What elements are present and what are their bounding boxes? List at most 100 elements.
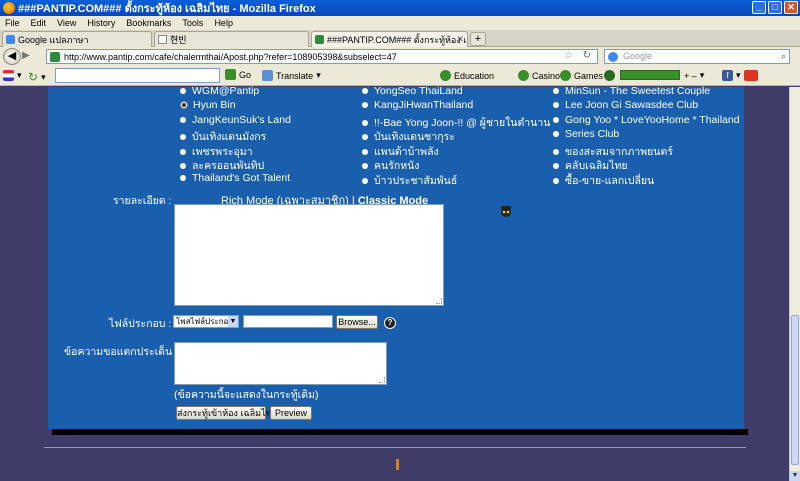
club-option[interactable]: Gong Yoo * LoveYooHome * Thailand <box>553 114 740 126</box>
toolbar-search-input[interactable] <box>55 68 220 83</box>
panel-shadow <box>52 429 748 435</box>
menu-history[interactable]: History <box>87 18 115 28</box>
menu-bar: File Edit View History Bookmarks Tools H… <box>0 16 800 30</box>
games-label: Games <box>574 70 604 81</box>
maximize-button[interactable]: □ <box>768 1 782 14</box>
vertical-scrollbar[interactable]: ▼ <box>789 87 800 481</box>
forward-button[interactable]: ▶ <box>22 50 36 63</box>
volume-slider[interactable] <box>620 70 680 80</box>
club-option[interactable]: KangJiHwanThailand <box>362 99 473 111</box>
title-bar: ###PANTIP.COM### ตั้งกระทู้ห้อง เฉลิมไทย… <box>0 0 800 16</box>
new-tab-button[interactable]: + <box>470 32 486 46</box>
detail-label: รายละเอียด : <box>113 195 172 207</box>
translate-label: Translate <box>276 70 314 81</box>
go-label: Go <box>239 69 252 80</box>
menu-help[interactable]: Help <box>214 18 233 28</box>
close-tab-icon[interactable]: ✕ <box>456 34 464 45</box>
go-button[interactable]: Go <box>225 69 251 80</box>
footer-marker <box>396 459 399 470</box>
help-icon[interactable]: ? <box>384 317 396 329</box>
window-title: ###PANTIP.COM### ตั้งกระทู้ห้อง เฉลิมไทย… <box>18 3 316 15</box>
firefox-icon <box>3 2 15 14</box>
post-form-panel: WGM@Pantip Hyun Bin JangKeunSuk's Land บ… <box>48 85 744 429</box>
radio-selected-icon <box>180 101 188 109</box>
education-button[interactable]: Education <box>440 70 494 81</box>
address-bar[interactable]: http://www.pantip.com/cafe/chalermthai/A… <box>46 49 598 64</box>
translate-icon <box>262 70 273 81</box>
page-viewport: WGM@Pantip Hyun Bin JangKeunSuk's Land บ… <box>0 85 789 481</box>
comment-label: ข้อความขอแตกประเด็น : <box>64 346 179 358</box>
club-option[interactable]: Series Club <box>553 128 619 140</box>
menu-bookmarks[interactable]: Bookmarks <box>126 18 171 28</box>
tab-pantip[interactable]: ###PANTIP.COM### ตั้งกระทู้ห้อง เฉลิม...… <box>311 31 468 47</box>
facebook-icon[interactable]: f ▾ <box>722 70 741 81</box>
club-option[interactable]: YongSeo ThaiLand <box>362 85 463 97</box>
menu-tools[interactable]: Tools <box>182 18 203 28</box>
minimize-button[interactable]: _ <box>752 1 766 14</box>
tab-label: ###PANTIP.COM### ตั้งกระทู้ห้อง เฉลิม... <box>327 34 467 45</box>
menu-edit[interactable]: Edit <box>31 18 47 28</box>
translate-button[interactable]: Translate ▾ <box>262 70 321 81</box>
scrollbar-thumb[interactable] <box>791 315 799 465</box>
club-option[interactable]: Lee Joon Gi Sawasdee Club <box>553 99 698 111</box>
tab-label: 현빈 <box>170 35 187 45</box>
close-button[interactable]: ✕ <box>784 1 798 14</box>
file-type-select[interactable]: โพสไฟล์ประกอบ ▼ <box>173 315 239 328</box>
menu-view[interactable]: View <box>57 18 76 28</box>
page-icon <box>158 35 167 44</box>
casino-button[interactable]: Casino <box>518 70 560 81</box>
google-icon <box>608 52 618 62</box>
comment-textarea[interactable] <box>174 342 387 385</box>
casino-label: Casino <box>532 70 561 81</box>
submit-post-button[interactable]: ส่งกระทู้เข้าห้อง เฉลิมไทย <box>176 406 277 420</box>
search-input[interactable]: Google ⌕ <box>604 49 790 64</box>
url-text: http://www.pantip.com/cafe/chalermthai/A… <box>64 51 397 62</box>
education-label: Education <box>454 70 495 81</box>
scroll-down-arrow-icon[interactable]: ▼ <box>790 471 800 481</box>
addon-toolbar: ▾ ↻ ▾ Go Translate ▾ Education Casino Game… <box>0 66 800 86</box>
back-button[interactable]: ◀ <box>3 48 21 65</box>
file-path-input[interactable] <box>243 315 333 328</box>
radio-icon[interactable] <box>604 70 615 81</box>
file-label: ไฟล์ประกอบ : <box>109 318 172 330</box>
refresh-addon-icon[interactable]: ↻ ▾ <box>28 70 46 84</box>
club-option[interactable]: ซื้อ-ขาย-แลกเปลี่ยน <box>553 172 654 189</box>
preview-button[interactable]: Preview <box>270 406 312 420</box>
club-option[interactable]: Thailand's Got Talent <box>180 172 290 184</box>
resize-handle[interactable] <box>379 377 385 383</box>
resize-handle[interactable] <box>436 298 442 304</box>
tab-strip: Google แปลภาษา 현빈 ###PANTIP.COM### ตั้งก… <box>0 30 800 47</box>
club-option-selected[interactable]: Hyun Bin <box>180 99 236 111</box>
club-option[interactable]: บ้าวประชาสัมพันธ์ <box>362 172 457 189</box>
reload-icon[interactable]: ↻ <box>583 50 591 61</box>
emoticon-icon[interactable] <box>499 204 513 218</box>
search-placeholder: Google <box>623 51 653 61</box>
detail-textarea[interactable] <box>174 204 444 306</box>
chevron-down-icon: ▼ <box>228 316 238 327</box>
search-icon[interactable]: ⌕ <box>781 50 786 63</box>
games-button[interactable]: Games <box>560 70 603 81</box>
casino-icon <box>518 70 529 81</box>
flag-icon[interactable]: ▾ <box>3 70 22 81</box>
google-icon <box>6 35 15 44</box>
site-icon <box>50 51 60 62</box>
menu-file[interactable]: File <box>5 18 20 28</box>
tab-google-translate[interactable]: Google แปลภาษา <box>2 31 152 47</box>
file-type-value: โพสไฟล์ประกอบ <box>176 317 234 326</box>
volume-controls-label: + – <box>684 70 697 81</box>
club-option[interactable]: WGM@Pantip <box>180 85 259 97</box>
bookmark-star-icon[interactable]: ☆ <box>564 50 573 61</box>
youtube-icon[interactable] <box>744 70 758 81</box>
browse-button[interactable]: Browse... <box>336 315 378 329</box>
volume-controls[interactable]: + – ▾ <box>684 70 704 81</box>
pantip-icon <box>315 35 324 44</box>
games-icon <box>560 70 571 81</box>
browser-window: ###PANTIP.COM### ตั้งกระทู้ห้อง เฉลิมไทย… <box>0 0 800 481</box>
club-option[interactable]: JangKeunSuk's Land <box>180 114 291 126</box>
club-option[interactable]: MinSun - The Sweetest Couple <box>553 85 710 97</box>
comment-hint: (ข้อความนี้จะแสดงในกระทู้เดิม) <box>174 389 319 401</box>
tab-label: Google แปลภาษา <box>18 34 89 45</box>
navigation-bar: ◀ ▶ http://www.pantip.com/cafe/chalermth… <box>0 47 800 66</box>
divider <box>44 447 746 448</box>
tab-hyunbin[interactable]: 현빈 <box>154 31 309 47</box>
